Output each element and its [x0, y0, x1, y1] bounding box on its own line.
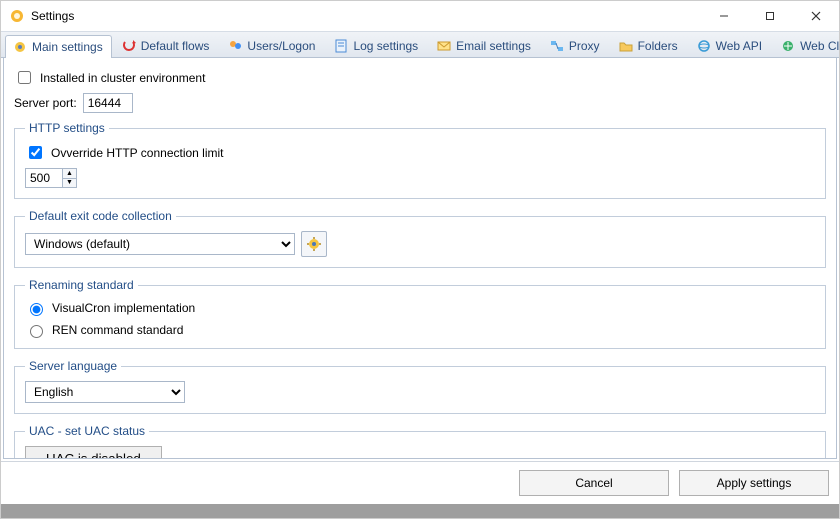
tab-web-api[interactable]: Web API [689, 34, 771, 57]
maximize-button[interactable] [747, 1, 793, 31]
server-port-label: Server port: [14, 96, 77, 110]
tab-email-settings[interactable]: Email settings [429, 34, 540, 57]
server-port-input[interactable] [83, 93, 133, 113]
tab-label: Folders [638, 39, 678, 53]
language-select[interactable]: English [25, 381, 185, 403]
exitcode-select[interactable]: Windows (default) [25, 233, 295, 255]
cluster-checkbox[interactable] [18, 71, 31, 84]
tab-label: Web Client [800, 39, 840, 53]
folder-icon [618, 38, 634, 54]
users-icon [227, 38, 243, 54]
titlebar: Settings [1, 1, 839, 31]
tab-users-logon[interactable]: Users/Logon [220, 34, 324, 57]
tab-label: Users/Logon [247, 39, 315, 53]
uac-legend: UAC - set UAC status [25, 424, 149, 438]
tab-label: Log settings [353, 39, 418, 53]
spinner-down-button[interactable]: ▼ [63, 179, 76, 188]
http-legend: HTTP settings [25, 121, 109, 135]
tab-label: Email settings [456, 39, 531, 53]
spinner-up-button[interactable]: ▲ [63, 169, 76, 179]
web-client-icon [780, 38, 796, 54]
main-panel: Installed in cluster environment Server … [3, 58, 837, 459]
http-fieldset: HTTP settings Ovverride HTTP connection … [14, 121, 826, 199]
renaming-opt2-label: REN command standard [52, 323, 183, 337]
exitcode-legend: Default exit code collection [25, 209, 176, 223]
exitcode-edit-button[interactable] [301, 231, 327, 257]
tab-strip: Main settings Default flows Users/Logon … [1, 31, 839, 58]
tab-label: Proxy [569, 39, 600, 53]
api-icon [696, 38, 712, 54]
statusbar [1, 504, 839, 518]
tab-web-client[interactable]: Web Client [773, 34, 840, 57]
email-icon [436, 38, 452, 54]
flow-icon [121, 38, 137, 54]
gear-icon [12, 39, 28, 55]
apply-button[interactable]: Apply settings [679, 470, 829, 496]
window-title: Settings [31, 9, 74, 23]
tab-main-settings[interactable]: Main settings [5, 35, 112, 58]
http-override-checkbox[interactable] [29, 146, 42, 159]
http-limit-spinner: ▲ ▼ [25, 168, 77, 188]
http-override-label: Ovverride HTTP connection limit [51, 146, 224, 160]
uac-fieldset: UAC - set UAC status UAC is disabled [14, 424, 826, 459]
proxy-icon [549, 38, 565, 54]
footer: Cancel Apply settings [1, 461, 839, 504]
tab-folders[interactable]: Folders [611, 34, 687, 57]
uac-button[interactable]: UAC is disabled [25, 446, 162, 459]
app-icon [9, 8, 25, 24]
exitcode-fieldset: Default exit code collection Windows (de… [14, 209, 826, 268]
cluster-label: Installed in cluster environment [40, 71, 205, 85]
tab-label: Web API [716, 39, 762, 53]
renaming-opt1-label: VisualCron implementation [52, 301, 195, 315]
close-button[interactable] [793, 1, 839, 31]
tab-proxy[interactable]: Proxy [542, 34, 609, 57]
tab-label: Main settings [32, 40, 103, 54]
window-controls [701, 1, 839, 31]
language-fieldset: Server language English [14, 359, 826, 414]
renaming-ren-radio[interactable] [30, 325, 43, 338]
log-icon [333, 38, 349, 54]
renaming-visualcron-radio[interactable] [30, 303, 43, 316]
minimize-button[interactable] [701, 1, 747, 31]
tab-label: Default flows [141, 39, 210, 53]
language-legend: Server language [25, 359, 121, 373]
tab-default-flows[interactable]: Default flows [114, 34, 219, 57]
cancel-button[interactable]: Cancel [519, 470, 669, 496]
http-limit-input[interactable] [26, 169, 62, 187]
tab-log-settings[interactable]: Log settings [326, 34, 427, 57]
renaming-legend: Renaming standard [25, 278, 138, 292]
cog-color-icon [306, 236, 322, 252]
renaming-fieldset: Renaming standard VisualCron implementat… [14, 278, 826, 349]
